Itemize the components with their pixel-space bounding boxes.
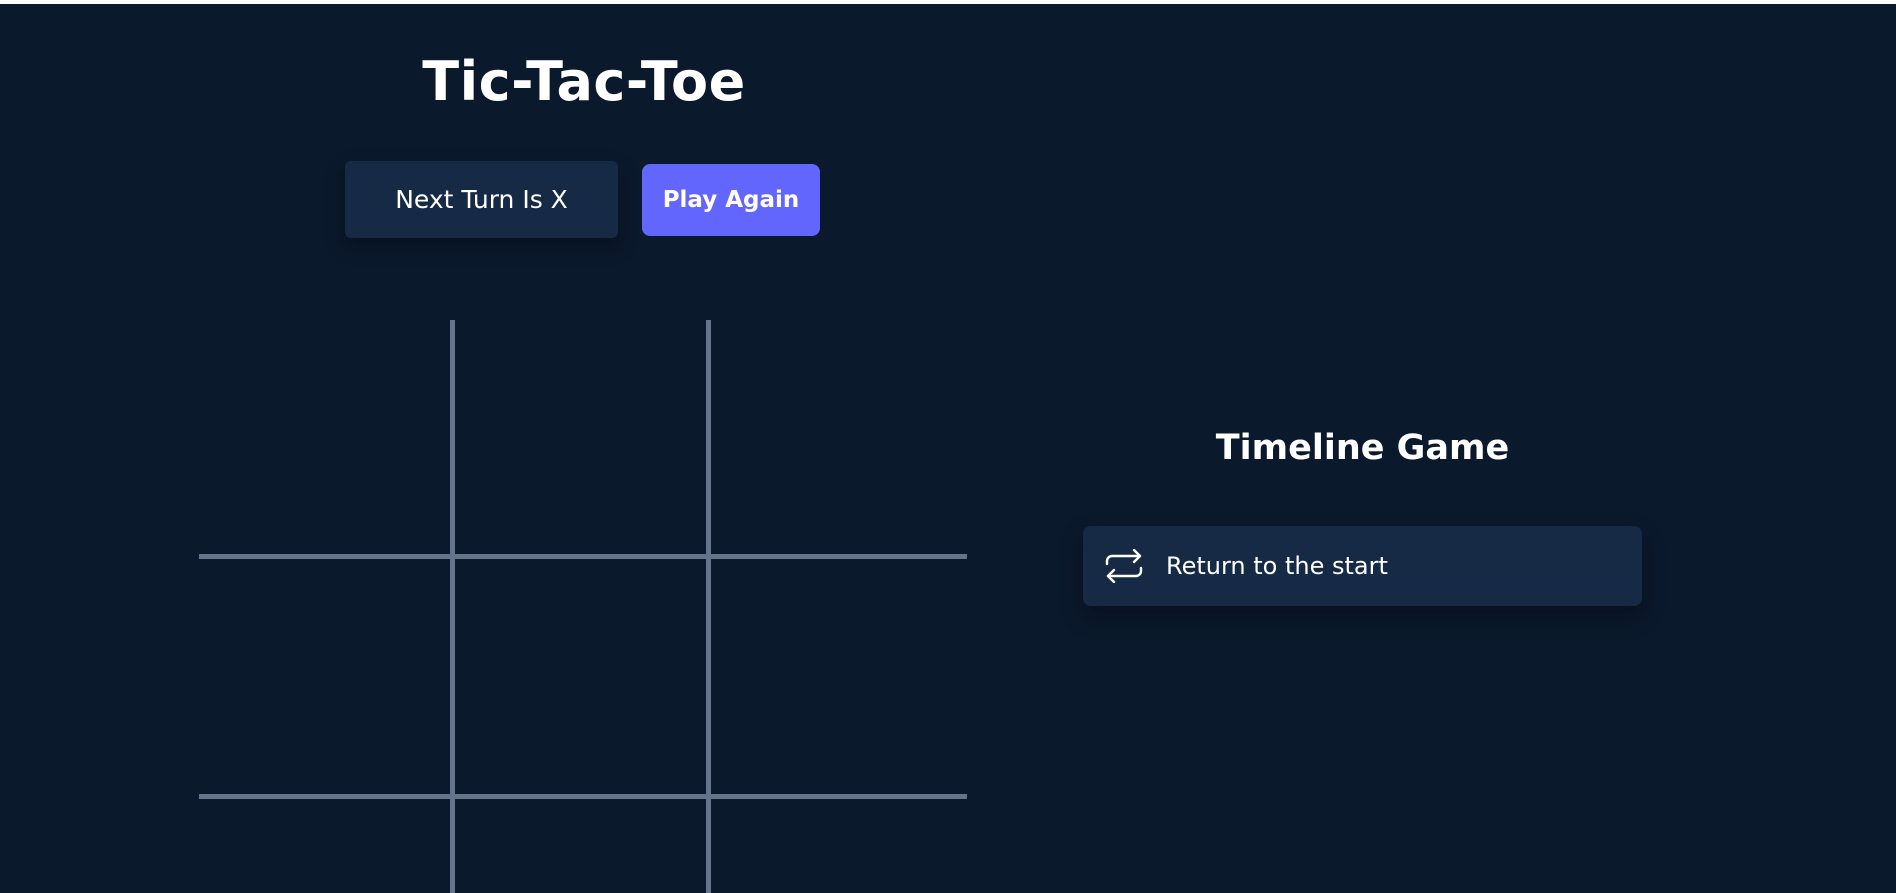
board-cell-0[interactable]: [199, 320, 450, 554]
timeline-item-start[interactable]: Return to the start: [1083, 526, 1642, 606]
play-again-button[interactable]: Play Again: [642, 164, 820, 236]
board-cell-5[interactable]: [711, 559, 967, 794]
timeline-item-label: Return to the start: [1166, 552, 1388, 580]
next-turn-label: Next Turn Is X: [395, 185, 568, 214]
board-cell-4[interactable]: [455, 559, 706, 794]
board-cell-8[interactable]: [711, 799, 967, 893]
grid-line-vertical-1: [450, 320, 455, 893]
grid-line-vertical-2: [706, 320, 711, 893]
board-cell-3[interactable]: [199, 559, 450, 794]
repeat-icon: [1104, 549, 1144, 583]
next-turn-status: Next Turn Is X: [345, 161, 618, 238]
game-page: Tic-Tac-Toe Next Turn Is X Play Again Ti…: [0, 4, 1896, 893]
grid-line-horizontal-1: [199, 554, 967, 559]
board-cell-6[interactable]: [199, 799, 450, 893]
board-cell-1[interactable]: [455, 320, 706, 554]
timeline-title: Timeline Game: [1215, 428, 1510, 468]
board-cell-2[interactable]: [711, 320, 967, 554]
grid-line-horizontal-2: [199, 794, 967, 799]
game-board: [199, 320, 967, 893]
board-cell-7[interactable]: [455, 799, 706, 893]
page-title: Tic-Tac-Toe: [422, 50, 746, 113]
